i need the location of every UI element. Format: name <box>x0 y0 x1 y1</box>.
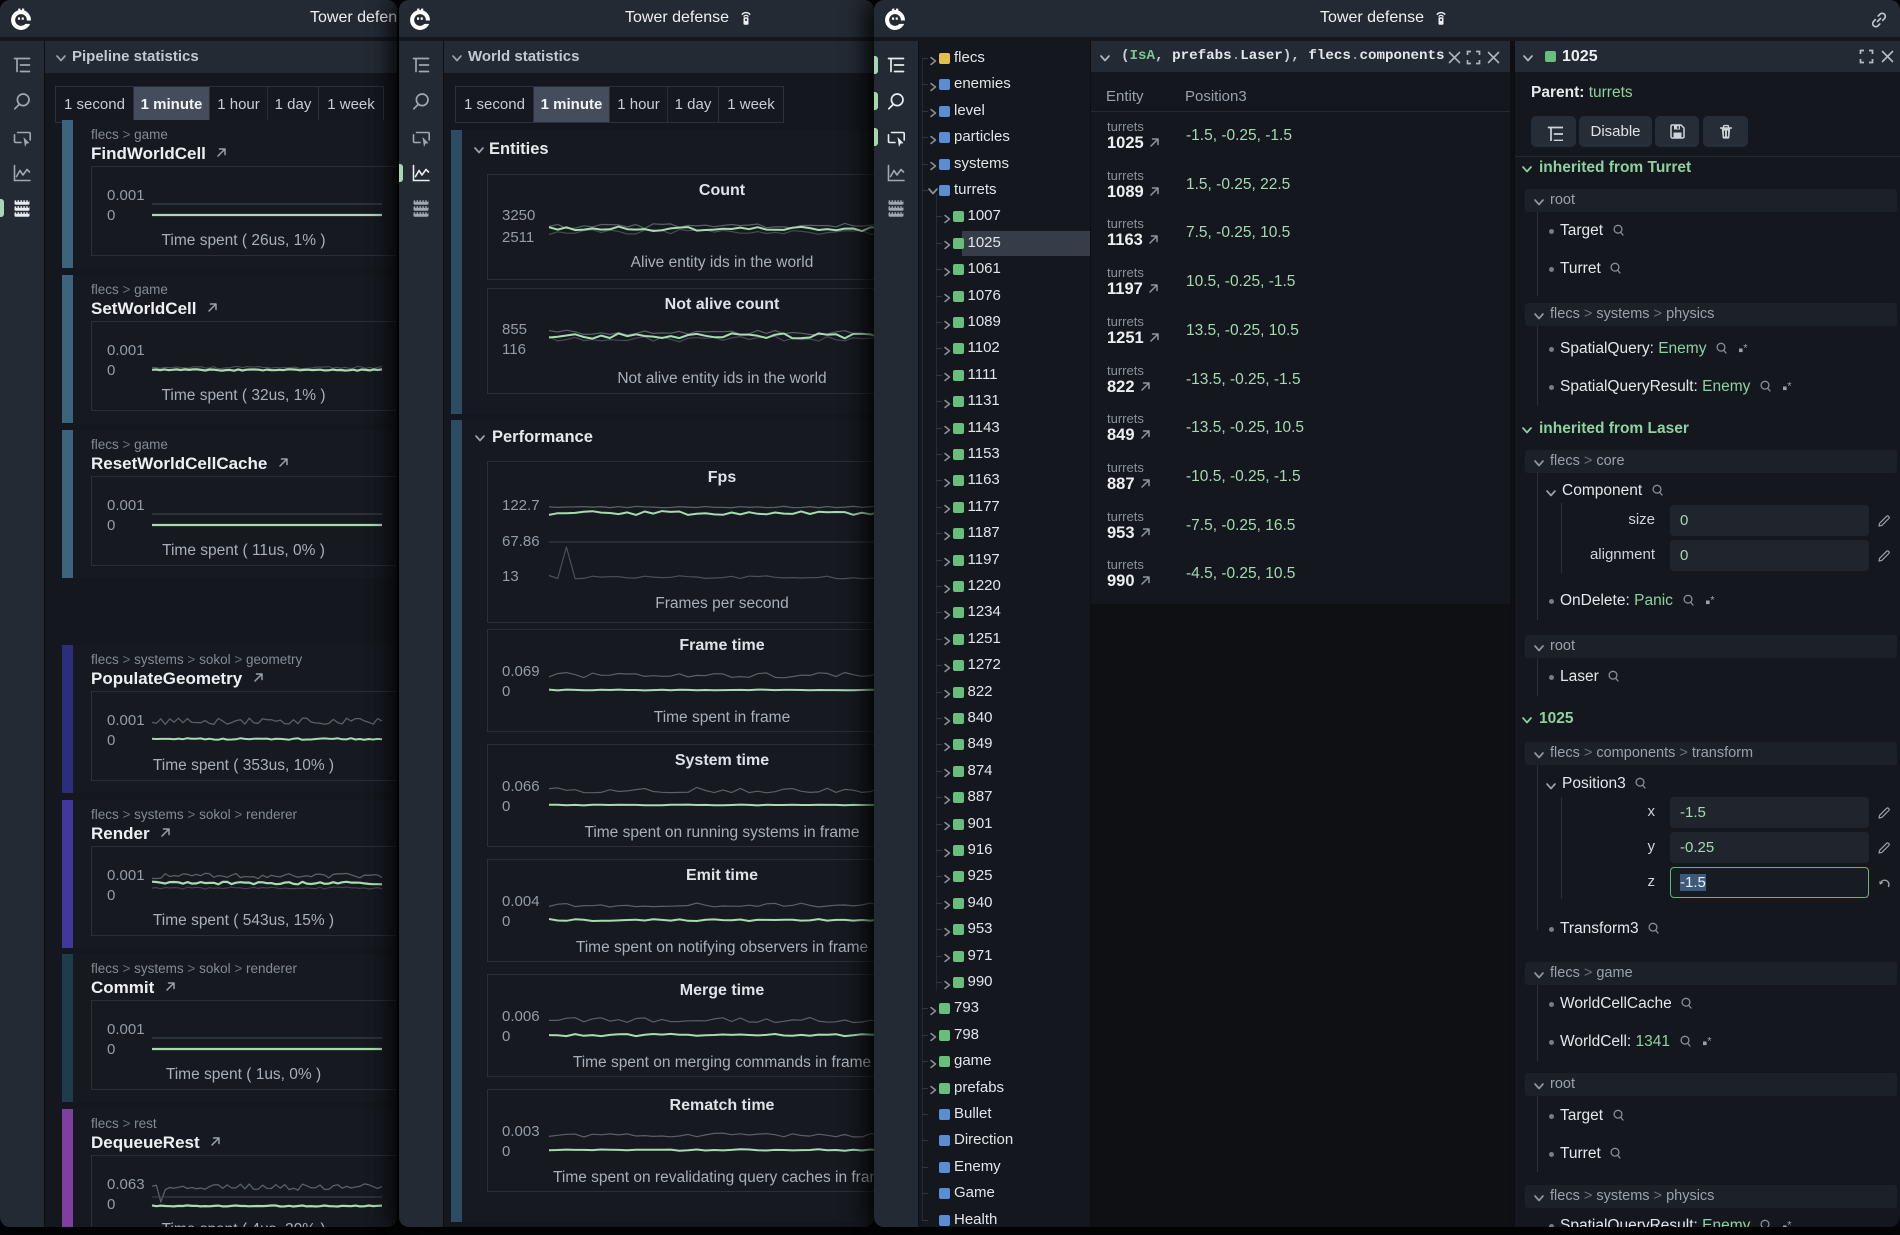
svg-text:*: * <box>1744 342 1749 354</box>
svg-text:*: * <box>1707 1035 1712 1047</box>
svg-text:*: * <box>1788 1220 1793 1228</box>
svg-text:*: * <box>1788 380 1793 392</box>
svg-text:*: * <box>1710 594 1715 606</box>
